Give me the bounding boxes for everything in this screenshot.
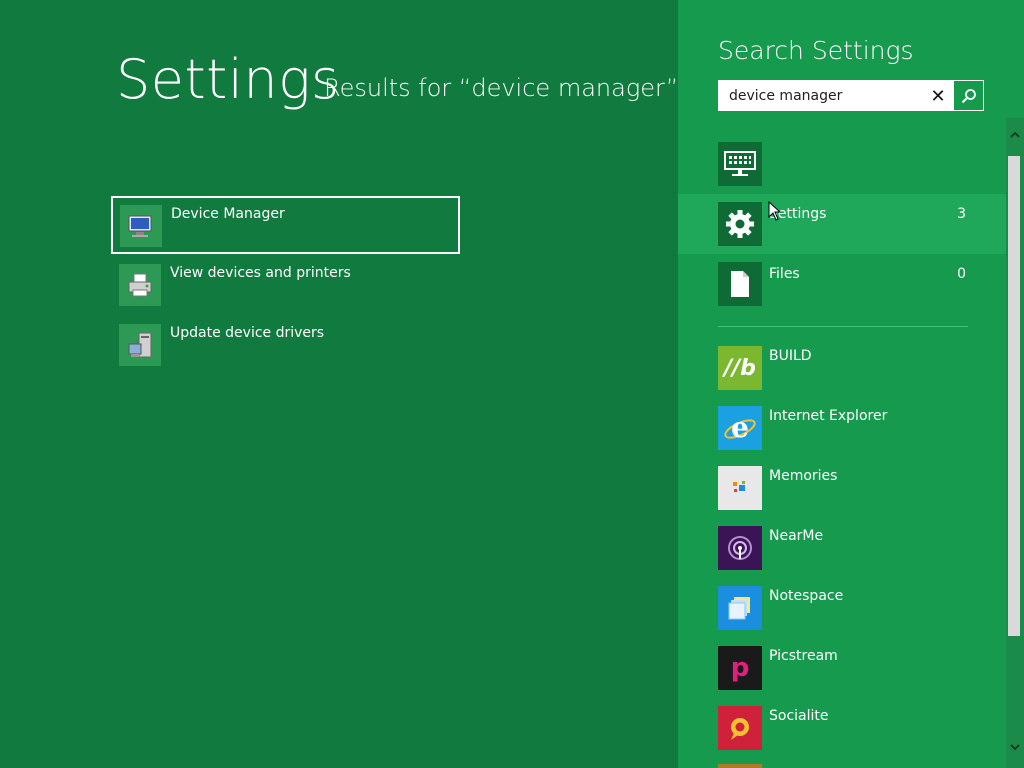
internet-explorer-icon: e: [718, 406, 762, 450]
results-subtitle: Results for “device manager”: [324, 74, 679, 102]
scope-count: 3: [957, 206, 966, 222]
app-label: NearMe: [769, 528, 824, 544]
scope-apps[interactable]: [678, 134, 1006, 194]
search-box: ✕: [718, 80, 984, 111]
app-tile-partial: [718, 764, 762, 768]
result-device-manager[interactable]: Device Manager: [111, 196, 460, 254]
device-manager-icon: [120, 205, 162, 247]
clear-search-button[interactable]: ✕: [927, 85, 949, 107]
result-update-device-drivers[interactable]: Update device drivers: [111, 316, 460, 374]
scroll-down-button[interactable]: [1006, 738, 1024, 756]
scope-settings[interactable]: Settings 3: [678, 194, 1006, 254]
result-label: View devices and printers: [170, 265, 351, 281]
chevron-down-icon: [1010, 744, 1020, 751]
result-label: Device Manager: [171, 206, 285, 222]
nearme-app-icon: [718, 526, 762, 570]
memories-app-icon: [718, 466, 762, 510]
driver-install-icon: [119, 324, 161, 366]
scrollbar-thumb[interactable]: [1008, 156, 1020, 636]
app-notespace[interactable]: Notespace: [678, 586, 1006, 646]
gear-icon: [718, 202, 762, 246]
search-input[interactable]: [719, 81, 939, 110]
app-memories[interactable]: Memories: [678, 466, 1006, 526]
app-label: Internet Explorer: [769, 408, 888, 424]
scrollbar[interactable]: [1006, 118, 1024, 768]
search-pane-title: Search Settings: [718, 36, 914, 65]
result-view-devices-printers[interactable]: View devices and printers: [111, 256, 460, 314]
results-area: Settings Results for “device manager” De…: [0, 0, 678, 768]
printer-icon: [119, 264, 161, 306]
chevron-up-icon: [1010, 131, 1020, 138]
scope-count: 0: [957, 266, 966, 282]
svg-text:e: e: [731, 411, 749, 444]
app-internet-explorer[interactable]: e Internet Explorer: [678, 406, 1006, 466]
search-button[interactable]: [953, 80, 984, 111]
close-icon: ✕: [930, 85, 946, 107]
socialite-app-icon: [718, 706, 762, 750]
scope-files[interactable]: Files 0: [678, 254, 1006, 314]
page-title: Settings: [116, 48, 340, 111]
divider: [718, 326, 968, 327]
scope-label: Files: [769, 266, 800, 282]
app-nearme[interactable]: NearMe: [678, 526, 1006, 586]
file-icon: [718, 262, 762, 306]
app-label: Socialite: [769, 708, 829, 724]
app-build[interactable]: //b BUILD: [678, 346, 1006, 406]
notespace-app-icon: [718, 586, 762, 630]
app-label: BUILD: [769, 348, 812, 364]
mouse-cursor-icon: [768, 201, 782, 221]
search-icon: [961, 88, 976, 103]
app-label: Picstream: [769, 648, 838, 664]
search-pane: Search Settings ✕ Settings 3 Files 0: [678, 0, 1024, 768]
scroll-up-button[interactable]: [1006, 126, 1024, 144]
picstream-app-icon: p: [718, 646, 762, 690]
app-label: Memories: [769, 468, 838, 484]
app-picstream[interactable]: p Picstream: [678, 646, 1006, 706]
result-label: Update device drivers: [170, 325, 325, 341]
keyboard-icon: [718, 142, 762, 186]
build-app-icon: //b: [718, 346, 762, 390]
app-label: Notespace: [769, 588, 844, 604]
app-socialite[interactable]: Socialite: [678, 706, 1006, 766]
